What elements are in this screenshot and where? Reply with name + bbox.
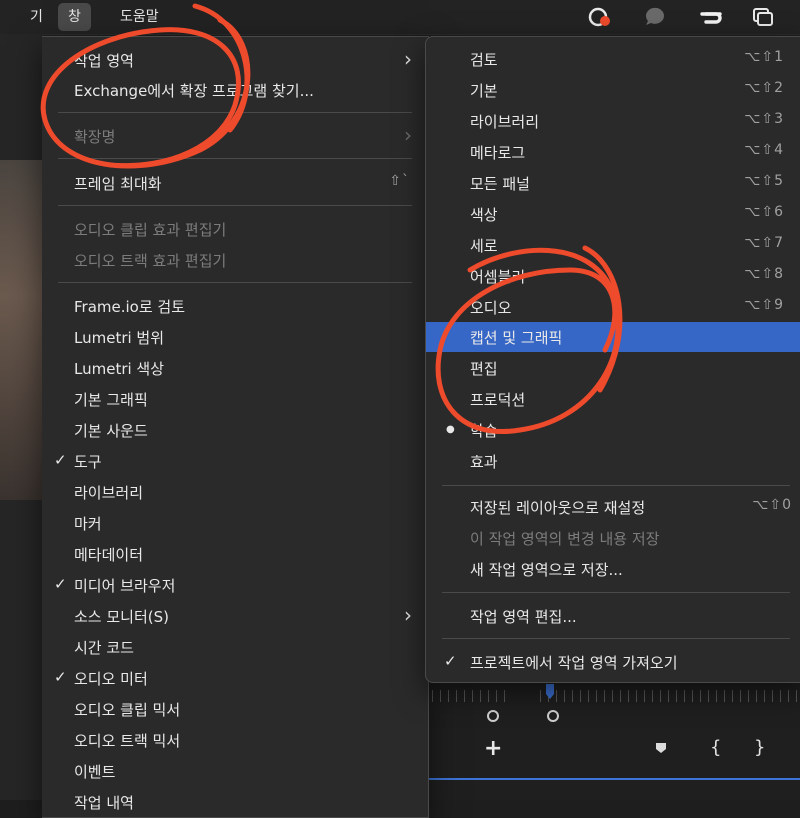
menu-view-partial[interactable]: 기 [30, 0, 43, 34]
workspace-item-import-from-project[interactable]: ✓ 프로젝트에서 작업 영역 가져오기 [426, 647, 800, 677]
creative-cloud-sync-icon[interactable] [588, 6, 612, 28]
workspace-item-learning[interactable]: ● 학습 [426, 415, 800, 445]
workspace-item-assembly[interactable]: 어셈블리 ⌥⇧8 [426, 261, 800, 291]
chevron-right-icon: › [404, 47, 412, 71]
menu-item-workspace[interactable]: 작업 영역 › [42, 45, 428, 75]
checkmark-icon: ✓ [444, 652, 457, 670]
menu-window[interactable]: 창 [58, 3, 91, 31]
menu-bar: 기 창 도움말 [0, 0, 800, 35]
menu-item-audio-clip-mixer[interactable]: 오디오 클립 믹서 [42, 694, 428, 724]
shortcut-text: ⌥⇧0 [752, 497, 792, 513]
chat-bubble-icon[interactable] [643, 6, 667, 28]
timeline-track-bar [425, 778, 800, 780]
menu-item-essential-sound[interactable]: 기본 사운드 [42, 415, 428, 445]
menu-separator [58, 205, 412, 206]
creative-cloud-icon[interactable] [699, 6, 723, 28]
menu-item-audio-clip-effects: 오디오 클립 효과 편집기 [74, 221, 227, 239]
shortcut-text: ⌥⇧7 [744, 235, 784, 251]
timeline-ruler [432, 690, 512, 702]
menu-item-audio-track-effects: 오디오 트랙 효과 편집기 [74, 252, 227, 270]
shortcut-text: ⌥⇧6 [744, 204, 784, 220]
shortcut-text: ⌥⇧9 [744, 297, 784, 313]
menu-help[interactable]: 도움말 [120, 0, 159, 34]
checkmark-icon: ✓ [54, 668, 67, 686]
menu-item-source-monitor[interactable]: 소스 모니터(S) › [42, 601, 428, 631]
shortcut-text: ⌥⇧3 [744, 111, 784, 127]
workspace-item-editing[interactable]: 편집 [426, 353, 800, 383]
menu-item-media-browser[interactable]: ✓ 미디어 브라우저 [42, 570, 428, 600]
checkmark-icon: ✓ [54, 451, 67, 469]
workspace-item-libraries[interactable]: 라이브러리 ⌥⇧3 [426, 106, 800, 136]
video-preview [0, 160, 42, 500]
shortcut-text: ⌥⇧8 [744, 266, 784, 282]
menu-separator [58, 112, 412, 113]
workspace-item-metalogging[interactable]: 메타로그 ⌥⇧4 [426, 137, 800, 167]
workspace-item-edit-workspaces[interactable]: 작업 영역 편집... [426, 601, 800, 631]
menu-item-essential-graphics[interactable]: 기본 그래픽 [42, 384, 428, 414]
workspace-item-audio[interactable]: 오디오 ⌥⇧9 [426, 292, 800, 322]
menu-separator [58, 158, 412, 159]
workspace-item-effects[interactable]: 효과 [426, 446, 800, 476]
workspace-item-review[interactable]: 검토 ⌥⇧1 [426, 44, 800, 74]
menu-item-metadata[interactable]: 메타데이터 [42, 539, 428, 569]
window-menu-dropdown: 작업 영역 › Exchange에서 확장 프로그램 찾기... 확장명 › 프… [42, 36, 429, 818]
workspace-item-all-panels[interactable]: 모든 패널 ⌥⇧5 [426, 168, 800, 198]
menu-separator [442, 485, 790, 486]
workspace-submenu: 검토 ⌥⇧1 기본 ⌥⇧2 라이브러리 ⌥⇧3 메타로그 ⌥⇧4 모든 패널 ⌥… [425, 36, 800, 683]
workspace-item-captions-graphics[interactable]: 캡션 및 그래픽 [426, 322, 800, 352]
menu-item-maximize-frame[interactable]: 프레임 최대화 ⇧` [42, 168, 428, 198]
checkmark-icon: ✓ [54, 575, 67, 593]
menu-item-history[interactable]: 작업 내역 [42, 787, 428, 817]
menu-item-tools[interactable]: ✓ 도구 [42, 446, 428, 476]
timeline-ruler [540, 690, 800, 702]
bullet-icon: ● [446, 424, 455, 435]
chevron-right-icon: › [404, 603, 412, 627]
menu-item-extensions: 확장명 › [74, 123, 412, 147]
workspace-item-vertical[interactable]: 세로 ⌥⇧7 [426, 230, 800, 260]
menu-separator [442, 592, 790, 593]
workspace-item-save-changes: 이 작업 영역의 변경 내용 저장 [470, 530, 660, 548]
shortcut-text: ⌥⇧2 [744, 80, 784, 96]
chevron-right-icon: › [404, 123, 412, 147]
menu-item-markers[interactable]: 마커 [42, 508, 428, 538]
workspace-item-reset-layout[interactable]: 저장된 레이아웃으로 재설정 ⌥⇧0 [426, 492, 800, 522]
menu-item-events[interactable]: 이벤트 [42, 756, 428, 786]
workspace-item-default[interactable]: 기본 ⌥⇧2 [426, 75, 800, 105]
menu-item-lumetri-scopes[interactable]: Lumetri 범위 [42, 322, 428, 352]
menu-item-audio-track-mixer[interactable]: 오디오 트랙 믹서 [42, 725, 428, 755]
workspace-item-color[interactable]: 색상 ⌥⇧6 [426, 199, 800, 229]
workspace-item-save-new[interactable]: 새 작업 영역으로 저장... [426, 554, 800, 584]
window-overlap-icon[interactable] [751, 6, 775, 28]
workspace-item-production[interactable]: 프로덕션 [426, 384, 800, 414]
menu-item-libraries[interactable]: 라이브러리 [42, 477, 428, 507]
menu-item-audio-meters[interactable]: ✓ 오디오 미터 [42, 663, 428, 693]
shortcut-text: ⌥⇧5 [744, 173, 784, 189]
menu-item-lumetri-color[interactable]: Lumetri 색상 [42, 353, 428, 383]
menu-item-timecode[interactable]: 시간 코드 [42, 632, 428, 662]
shortcut-text: ⇧` [389, 173, 410, 189]
menu-item-frameio[interactable]: Frame.io로 검토 [42, 291, 428, 321]
menu-separator [58, 282, 412, 283]
shortcut-text: ⌥⇧4 [744, 142, 784, 158]
shortcut-text: ⌥⇧1 [744, 49, 784, 65]
menu-item-exchange[interactable]: Exchange에서 확장 프로그램 찾기... [42, 75, 428, 105]
menu-separator [442, 638, 790, 639]
